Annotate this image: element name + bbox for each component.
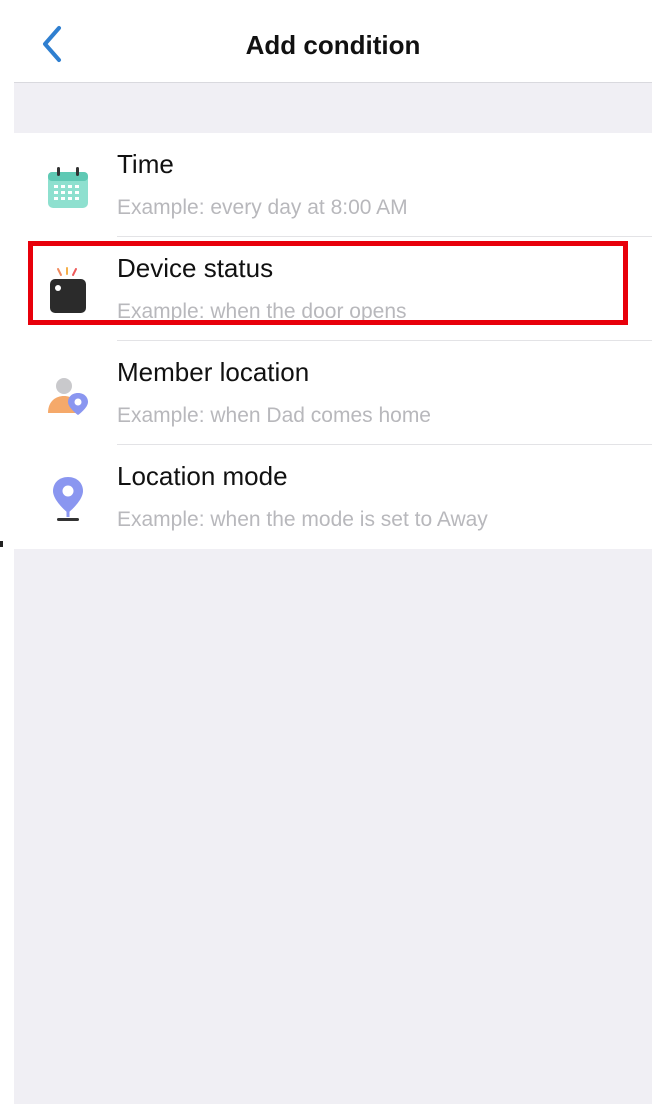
chevron-left-icon: [43, 26, 61, 62]
condition-example: Example: when Dad comes home: [117, 404, 431, 427]
screen: Add condition Time Example: every day at…: [14, 8, 652, 1104]
condition-item-member-location[interactable]: Member location Example: when Dad comes …: [14, 341, 652, 445]
condition-example: Example: when the door opens: [117, 300, 407, 323]
condition-item-time[interactable]: Time Example: every day at 8:00 AM: [14, 133, 652, 237]
back-button[interactable]: [32, 22, 72, 66]
condition-item-device-status[interactable]: Device status Example: when the door ope…: [14, 237, 652, 341]
location-pin-icon: [53, 477, 83, 521]
condition-title: Device status: [117, 253, 274, 283]
condition-list: Time Example: every day at 8:00 AM Devic…: [14, 133, 652, 549]
stray-mark: [0, 541, 3, 547]
navigation-bar: Add condition: [14, 8, 652, 83]
condition-title: Member location: [117, 357, 310, 387]
condition-example: Example: every day at 8:00 AM: [117, 196, 408, 219]
page-title: Add condition: [245, 30, 421, 60]
device-icon: [50, 267, 86, 313]
member-location-icon: [48, 378, 88, 415]
calendar-icon: [48, 167, 88, 208]
condition-title: Time: [117, 149, 174, 179]
condition-example: Example: when the mode is set to Away: [117, 508, 488, 531]
condition-title: Location mode: [117, 461, 288, 491]
condition-item-location-mode[interactable]: Location mode Example: when the mode is …: [14, 445, 652, 549]
